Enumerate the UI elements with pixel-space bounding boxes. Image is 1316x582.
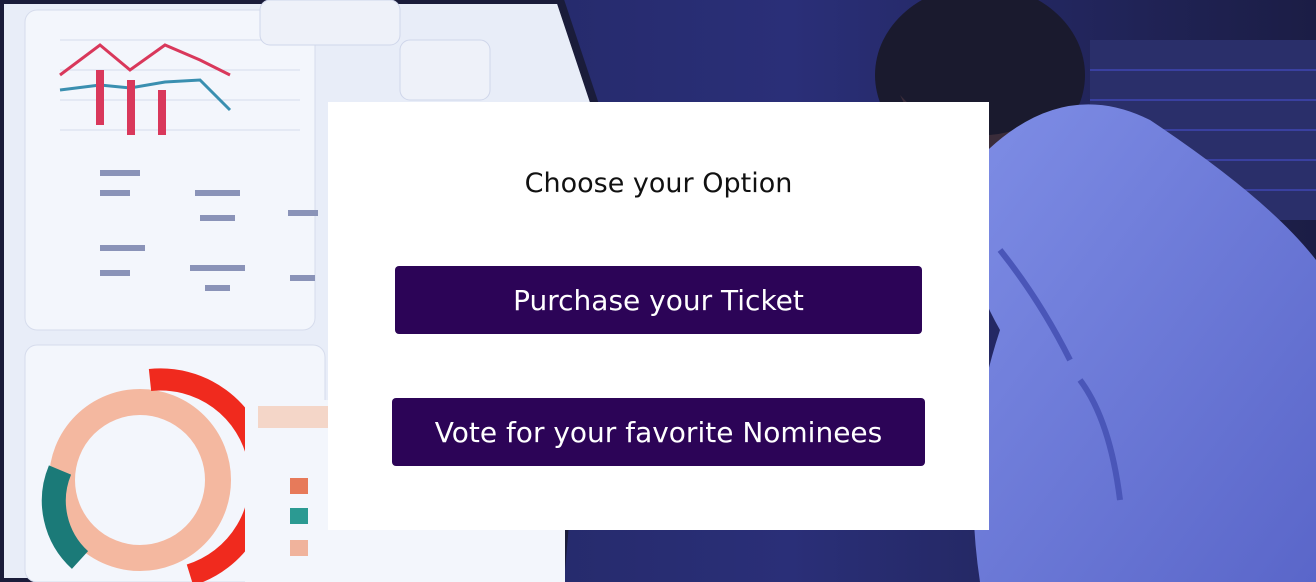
- purchase-ticket-button[interactable]: Purchase your Ticket: [395, 266, 922, 334]
- dialog-title: Choose your Option: [524, 168, 793, 199]
- vote-nominees-button[interactable]: Vote for your favorite Nominees: [392, 398, 925, 466]
- choose-option-dialog: Choose your Option Purchase your Ticket …: [328, 102, 989, 530]
- page-root: Choose your Option Purchase your Ticket …: [0, 0, 1316, 582]
